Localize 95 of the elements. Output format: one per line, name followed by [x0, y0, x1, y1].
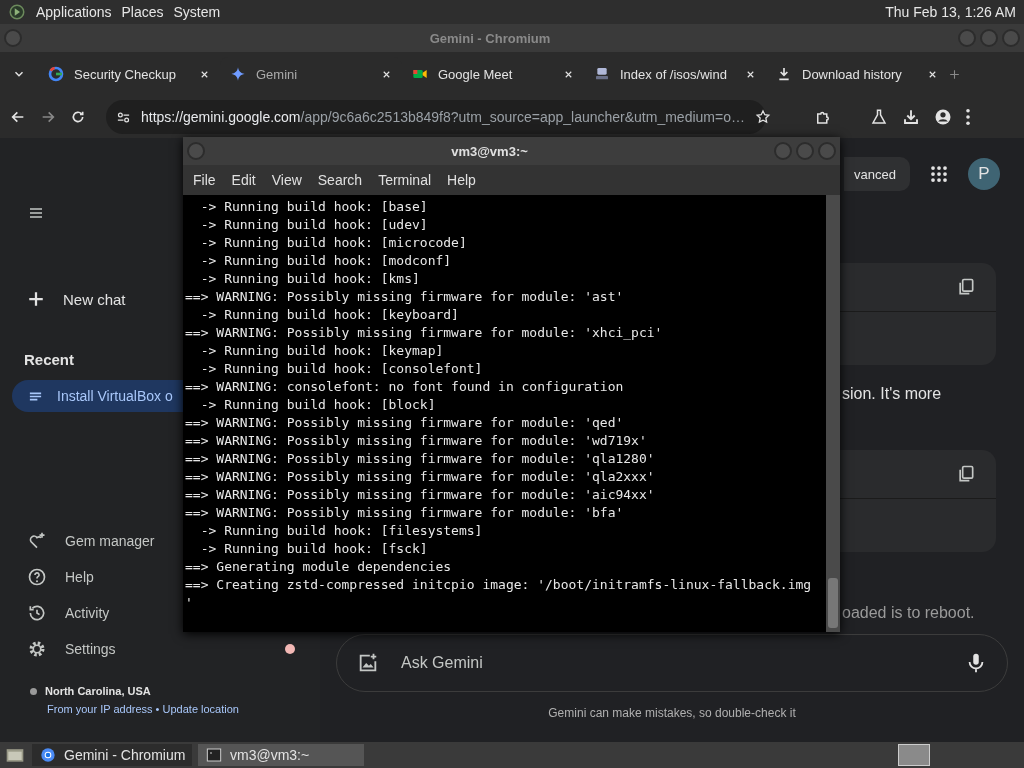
browser-tab[interactable]: Download history [766, 57, 948, 91]
flask-icon [870, 108, 888, 126]
terminal-line: ==> Generating module dependencies [185, 558, 453, 576]
sidebar-item[interactable]: Activity [0, 595, 110, 631]
window-button[interactable] [958, 29, 976, 47]
copy-icon [956, 277, 976, 297]
menu-item[interactable]: Terminal [370, 172, 440, 188]
prompt-field[interactable]: Ask Gemini [399, 653, 945, 673]
terminal-line: ==> WARNING: Possibly missing firmware for module: 'aic94xx' [185, 486, 656, 504]
more-icon [966, 108, 970, 126]
window-button[interactable] [980, 29, 998, 47]
location-dot-icon [30, 687, 37, 695]
terminal-icon [206, 747, 222, 763]
reload-icon [70, 109, 86, 125]
recent-chat[interactable]: Install VirtualBox o [12, 380, 183, 412]
window-button[interactable] [187, 142, 205, 160]
terminal-line: -> Running build hook: [microcode] [199, 234, 468, 252]
terminal-line: ==> WARNING: consolefont: no font found in configuration [185, 378, 625, 396]
terminal-line: -> Running build hook: [filesystems] [199, 522, 484, 540]
update-location-link[interactable]: Update location [162, 703, 239, 715]
response-text: sion. It's more [842, 385, 943, 403]
window-button[interactable] [774, 142, 792, 160]
terminal-line: ==> WARNING: Possibly missing firmware for module: 'qla1280' [185, 450, 656, 468]
workspace-switcher[interactable] [898, 744, 930, 766]
sidebar-item[interactable]: Settings [0, 631, 116, 667]
section-heading: Recent [23, 351, 75, 368]
star-icon [754, 109, 771, 125]
terminal-line: -> Running build hook: [keyboard] [199, 306, 460, 324]
location: North Carolina, USA [45, 685, 151, 697]
sidebar-item[interactable]: Gem manager [0, 523, 155, 559]
terminal-line: -> Running build hook: [consolefont] [199, 360, 484, 378]
disclaimer: Gemini can make mistakes, so double-check it [547, 706, 797, 720]
menu-item[interactable]: Edit [223, 172, 264, 188]
new-chat-button[interactable]: New chat [0, 281, 126, 317]
history-icon [27, 603, 47, 623]
copy-icon [956, 464, 976, 484]
terminal-line: -> Running build hook: [modconf] [199, 252, 453, 270]
apps-icon [930, 165, 948, 183]
settings-icon [27, 639, 47, 659]
download-icon [776, 66, 792, 82]
terminal-line: -> Running build hook: [base] [199, 198, 429, 216]
terminal-line: -> Running build hook: [fsck] [199, 540, 429, 558]
avatar[interactable]: P [968, 158, 1000, 190]
menu-icon [28, 205, 44, 221]
taskbar-button[interactable]: vm3@vm3:~ [198, 744, 364, 766]
window-button[interactable] [818, 142, 836, 160]
panel-menu[interactable]: Applications [36, 4, 112, 20]
browser-tab[interactable]: Google Meet [402, 57, 584, 91]
taskbar-button[interactable]: Gemini - Chromium [32, 744, 192, 766]
terminal-line: -> Running build hook: [keymap] [199, 342, 445, 360]
help-icon [27, 567, 47, 587]
site-settings-icon [116, 109, 131, 125]
window-button[interactable] [4, 29, 22, 47]
terminal-line: -> Running build hook: [kms] [199, 270, 421, 288]
clock[interactable]: Thu Feb 13, 1:26 AM [885, 4, 1016, 20]
back-icon [10, 109, 26, 125]
computer-icon [594, 66, 610, 82]
forward-icon [40, 109, 56, 125]
chromium-icon [40, 747, 56, 763]
window-title: Gemini - Chromium [428, 30, 552, 46]
sidebar-item[interactable]: Help [0, 559, 94, 595]
terminal-line: ==> WARNING: Possibly missing firmware for module: 'xhci_pci' [185, 324, 664, 342]
add-image-icon [357, 652, 379, 674]
menu-item[interactable]: View [263, 172, 310, 188]
terminal-line: ==> Creating zstd-compressed initcpio image: '/boot/initramfs-linux-fallback.img [185, 576, 813, 594]
location-note: From your IP address • Update location [47, 703, 239, 715]
panel-menu[interactable]: Places [121, 4, 164, 20]
menu-item[interactable]: Help [439, 172, 484, 188]
terminal-line: ==> WARNING: Possibly missing firmware for module: 'wd719x' [185, 432, 648, 450]
terminal-line: ' [185, 594, 194, 612]
menu-item[interactable]: File [185, 172, 224, 188]
browser-tab[interactable]: Index of /isos/wind [584, 57, 766, 91]
plus-icon [27, 290, 45, 308]
window-button[interactable] [1002, 29, 1020, 47]
app-logo-icon [8, 3, 26, 21]
profile-icon [934, 108, 952, 126]
upgrade-button[interactable]: vanced [844, 157, 910, 191]
sparkle-icon [230, 66, 246, 82]
download-icon [902, 108, 920, 126]
terminal-line: -> Running build hook: [block] [199, 396, 437, 414]
window-button[interactable] [796, 142, 814, 160]
scrollbar[interactable] [826, 195, 840, 632]
browser-tab[interactable]: Security Checkup [38, 57, 220, 91]
window-title: vm3@vm3:~ [450, 143, 529, 159]
response-text: oaded is to reboot. [842, 604, 976, 622]
google-icon [48, 66, 64, 82]
terminal-line: ==> WARNING: Possibly missing firmware for module: 'qed' [185, 414, 625, 432]
terminal-line: ==> WARNING: Possibly missing firmware for module: 'bfa' [185, 504, 625, 522]
plus-icon [948, 67, 961, 81]
terminal-line: ==> WARNING: Possibly missing firmware for module: 'qla2xxx' [185, 468, 656, 486]
menu-item[interactable]: Search [309, 172, 371, 188]
heart-sparkle-icon [27, 531, 47, 551]
terminal-line: ==> WARNING: Possibly missing firmware for module: 'ast' [185, 288, 625, 306]
terminal-line: -> Running build hook: [udev] [199, 216, 429, 234]
panel-menu[interactable]: System [173, 4, 221, 20]
